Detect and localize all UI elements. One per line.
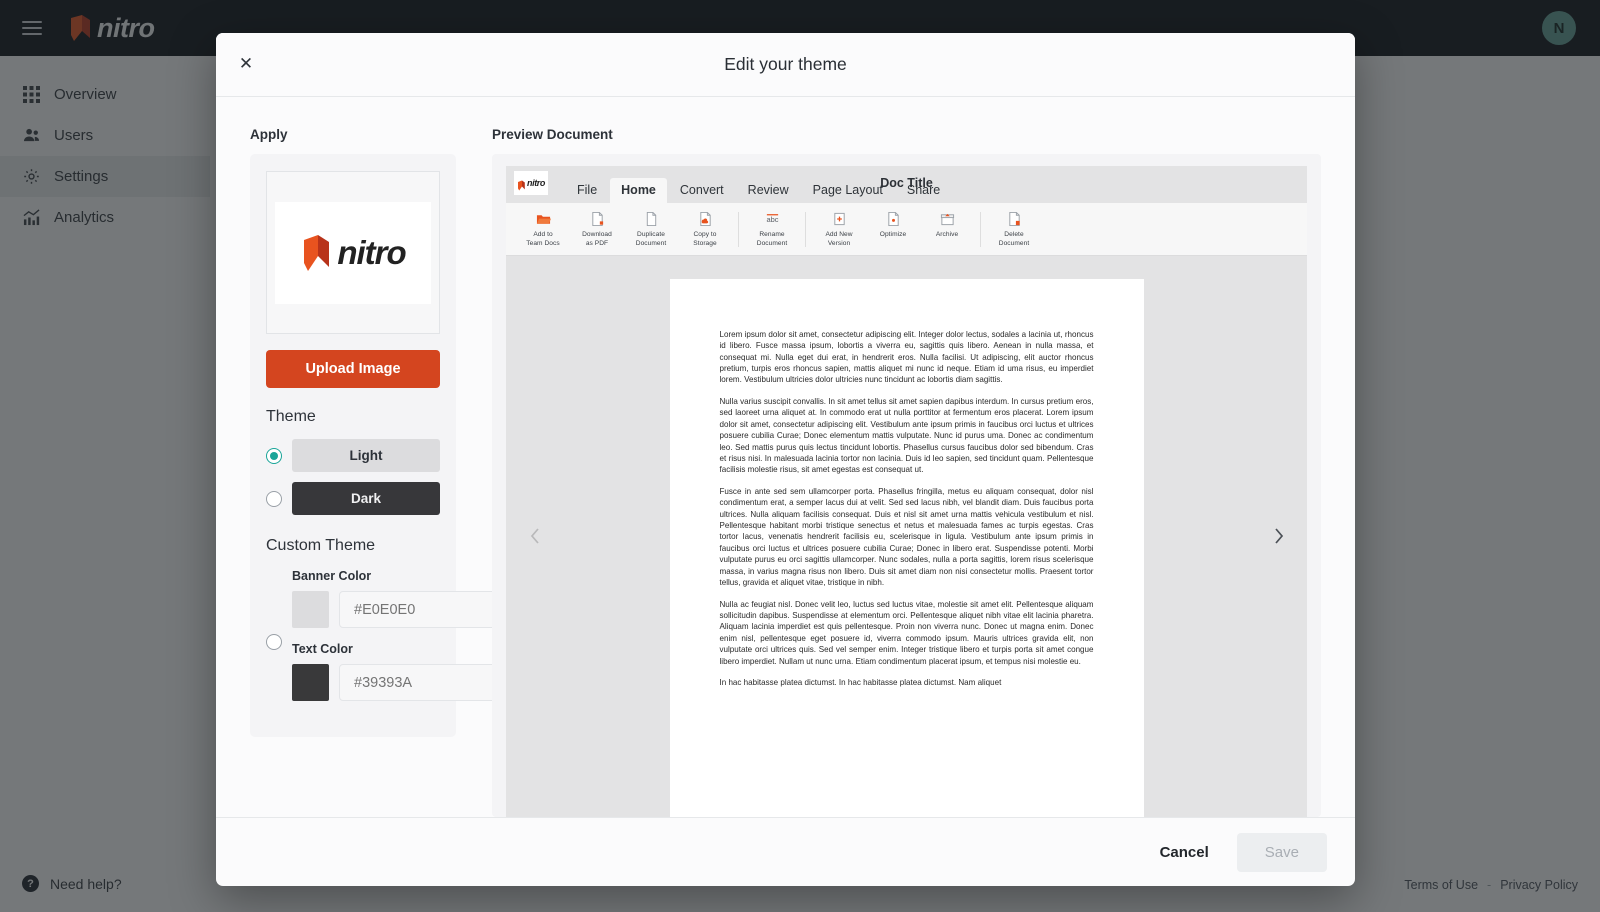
ribbon-logo: nitro: [514, 171, 548, 195]
ribbon-action-add-new-version[interactable]: Add NewVersion: [812, 210, 866, 249]
custom-theme-label: Custom Theme: [266, 537, 440, 555]
ribbon-logo-word: nitro: [527, 178, 545, 188]
ribbon-tabs: File Home Convert Review Page Layout Sha…: [566, 178, 951, 203]
close-icon[interactable]: ✕: [233, 51, 259, 77]
archive-box-icon: [940, 210, 955, 227]
ribbon-action-bar: Add toTeam Docs Downloadas PDF: [506, 203, 1307, 256]
save-button[interactable]: Save: [1237, 833, 1327, 872]
ribbon-action-label: DuplicateDocument: [636, 230, 666, 249]
cloud-copy-icon: [698, 210, 713, 227]
svg-text:abc: abc: [766, 214, 778, 223]
chevron-left-icon[interactable]: [522, 523, 548, 549]
ribbon-action-optimize[interactable]: Optimize: [866, 210, 920, 239]
nitro-mark-icon: [517, 178, 526, 189]
document-paragraph: Nulla varius suscipit convallis. In sit …: [720, 396, 1094, 476]
preview-section-label: Preview Document: [492, 127, 1321, 142]
theme-option-light[interactable]: Light: [266, 439, 440, 472]
document-paragraph: Lorem ipsum dolor sit amet, consectetur …: [720, 329, 1094, 386]
ribbon-action-add-to-team-docs[interactable]: Add toTeam Docs: [516, 210, 570, 249]
ribbon-action-label: DeleteDocument: [999, 230, 1029, 249]
theme-swatch-dark[interactable]: Dark: [292, 482, 440, 515]
chevron-right-icon[interactable]: [1265, 523, 1291, 549]
document-paragraph: Nulla ac feugiat nisl. Donec velit leo, …: [720, 599, 1094, 668]
logo-preview-word: nitro: [337, 234, 405, 272]
ribbon-action-label: Add NewVersion: [825, 230, 852, 249]
radio-dark[interactable]: [266, 491, 282, 507]
document-window: nitro File Home Convert Review Page Layo…: [506, 166, 1307, 817]
theme-swatch-light[interactable]: Light: [292, 439, 440, 472]
file-copy-icon: [644, 210, 659, 227]
ribbon-action-label: Optimize: [880, 230, 906, 239]
ribbon-tab-file[interactable]: File: [566, 178, 608, 203]
upload-image-button[interactable]: Upload Image: [266, 350, 440, 388]
ribbon-action-label: Copy toStorage: [693, 230, 716, 249]
modal-header: ✕ Edit your theme: [216, 33, 1355, 97]
theme-option-dark[interactable]: Dark: [266, 482, 440, 515]
document-page: Lorem ipsum dolor sit amet, consectetur …: [670, 279, 1144, 817]
modal-title: Edit your theme: [216, 54, 1355, 75]
logo-preview: nitro: [275, 202, 431, 304]
ribbon-divider: [738, 212, 739, 247]
ribbon-action-label: RenameDocument: [757, 230, 787, 249]
cancel-button[interactable]: Cancel: [1144, 834, 1225, 871]
apply-section-label: Apply: [250, 127, 456, 142]
file-optimize-icon: [886, 210, 901, 227]
custom-theme-block: Banner Color Text Color: [266, 569, 440, 715]
ribbon-action-label: Add toTeam Docs: [526, 230, 559, 249]
banner-color-swatch[interactable]: [292, 591, 329, 628]
file-download-icon: [590, 210, 605, 227]
document-paragraph: Fusce in ante sed sem ullamcorper porta.…: [720, 486, 1094, 589]
modal-footer: Cancel Save: [216, 817, 1355, 886]
document-stage: Lorem ipsum dolor sit amet, consectetur …: [506, 256, 1307, 817]
ribbon-action-label: Downloadas PDF: [582, 230, 612, 249]
theme-section-label: Theme: [266, 408, 440, 426]
ribbon-tab-bar: nitro File Home Convert Review Page Layo…: [506, 166, 1307, 203]
ribbon-tab-page-layout[interactable]: Page Layout: [802, 178, 894, 203]
radio-custom-theme[interactable]: [266, 634, 282, 650]
preview-column: Preview Document nitro: [492, 127, 1321, 817]
preview-shell: nitro File Home Convert Review Page Layo…: [492, 154, 1321, 817]
file-plus-icon: [832, 210, 847, 227]
ribbon-action-rename-document[interactable]: abc RenameDocument: [745, 210, 799, 249]
apply-column: Apply nitro Upload Image Theme: [250, 127, 456, 817]
ribbon-tab-convert[interactable]: Convert: [669, 178, 735, 203]
ribbon-action-archive[interactable]: Archive: [920, 210, 974, 239]
file-delete-icon: [1007, 210, 1022, 227]
folder-open-icon: [536, 210, 551, 227]
ribbon-tab-share[interactable]: Share: [896, 178, 951, 203]
ribbon-divider: [805, 212, 806, 247]
ribbon-tab-review[interactable]: Review: [737, 178, 800, 203]
nitro-mark-icon: [300, 234, 334, 272]
logo-preview-frame: nitro: [266, 171, 440, 334]
edit-theme-modal: ✕ Edit your theme Apply nitro: [216, 33, 1355, 886]
apply-card: nitro Upload Image Theme Light Dark Cust…: [250, 154, 456, 737]
text-color-swatch[interactable]: [292, 664, 329, 701]
ribbon-action-copy-to-storage[interactable]: Copy toStorage: [678, 210, 732, 249]
ribbon-action-download-as-pdf[interactable]: Downloadas PDF: [570, 210, 624, 249]
ribbon-action-delete-document[interactable]: DeleteDocument: [987, 210, 1041, 249]
radio-light[interactable]: [266, 448, 282, 464]
document-paragraph: In hac habitasse platea dictumst. In hac…: [720, 677, 1094, 688]
ribbon-divider: [980, 212, 981, 247]
modal-body: Apply nitro Upload Image Theme: [216, 97, 1355, 817]
ribbon-action-duplicate-document[interactable]: DuplicateDocument: [624, 210, 678, 249]
rename-abc-icon: abc: [765, 210, 780, 227]
ribbon-action-label: Archive: [936, 230, 958, 239]
ribbon-tab-home[interactable]: Home: [610, 178, 667, 203]
